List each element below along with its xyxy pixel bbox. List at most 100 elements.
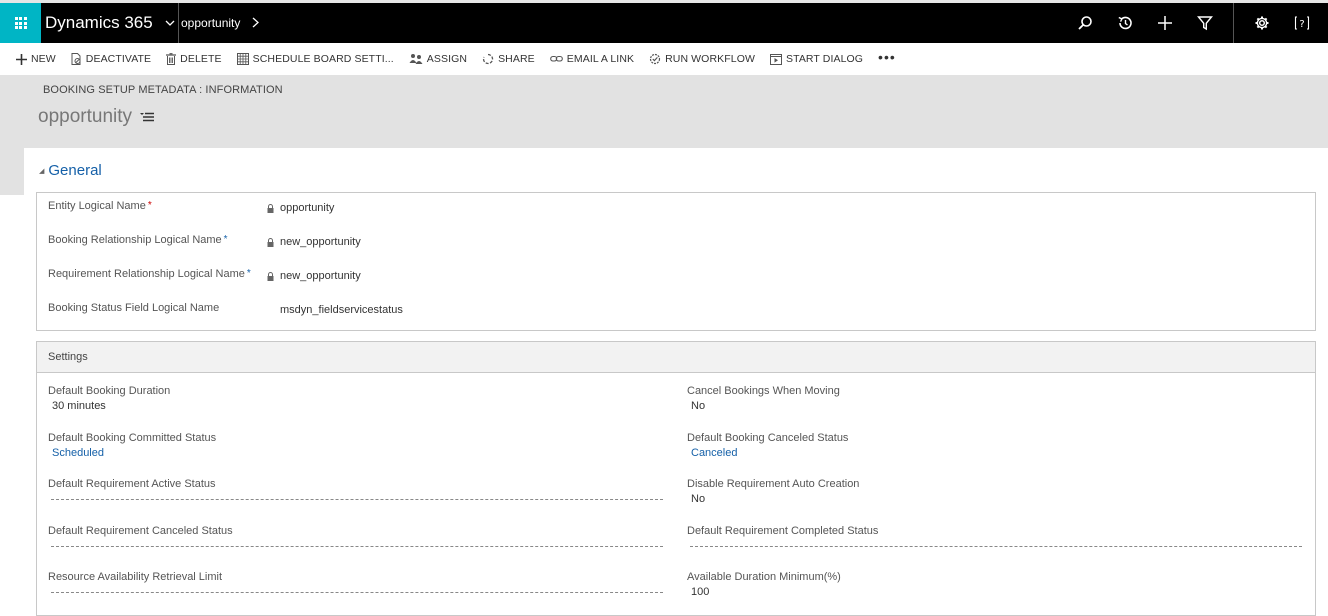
- booking-status-field-value[interactable]: msdyn_fieldservicestatus: [280, 304, 403, 316]
- search-icon[interactable]: [1065, 3, 1105, 43]
- available-duration-minimum-value[interactable]: 100: [691, 586, 709, 598]
- field-value: new_opportunity: [267, 270, 361, 282]
- recommended-indicator: *: [223, 234, 228, 245]
- delete-button-label: DELETE: [180, 53, 222, 65]
- new-button[interactable]: NEW: [16, 53, 56, 65]
- field-default-booking-duration: Default Booking Duration 30 minutes: [48, 385, 665, 425]
- share-button-label: SHARE: [498, 53, 535, 65]
- schedule-board-settings-label: SCHEDULE BOARD SETTI...: [252, 53, 394, 65]
- share-button[interactable]: SHARE: [482, 53, 535, 65]
- field-label: Resource Availability Retrieval Limit: [48, 571, 223, 583]
- empty-field-input[interactable]: [51, 592, 663, 593]
- assign-icon: [409, 53, 423, 65]
- field-default-booking-canceled-status: Default Booking Canceled Status Canceled: [687, 432, 1304, 472]
- deactivate-button[interactable]: DEACTIVATE: [71, 53, 151, 65]
- assign-button-label: ASSIGN: [426, 53, 468, 65]
- link-icon: [549, 55, 563, 63]
- default-booking-duration-value[interactable]: 30 minutes: [52, 400, 106, 412]
- app-name: Dynamics 365: [45, 13, 153, 32]
- run-workflow-button[interactable]: RUN WORKFLOW: [649, 53, 755, 65]
- lock-icon: [267, 203, 274, 213]
- field-disable-requirement-auto-creation: Disable Requirement Auto Creation No: [687, 478, 1304, 518]
- required-indicator: *: [147, 200, 152, 211]
- general-section: Entity Logical Name * opportunity Booking…: [36, 192, 1316, 331]
- email-a-link-button[interactable]: EMAIL A LINK: [549, 53, 635, 65]
- top-nav-bar: Dynamics 365 opportunity ?: [0, 3, 1328, 43]
- waffle-icon: [14, 17, 27, 29]
- field-label: Default Booking Duration: [48, 385, 171, 397]
- empty-field-input[interactable]: [51, 499, 663, 500]
- breadcrumb-entity[interactable]: opportunity: [181, 16, 240, 30]
- settings-gear-icon[interactable]: [1242, 3, 1282, 43]
- chevron-right-icon[interactable]: [252, 15, 260, 31]
- new-button-label: NEW: [31, 53, 56, 65]
- app-switcher[interactable]: Dynamics 365: [41, 3, 179, 43]
- field-default-requirement-canceled-status: Default Requirement Canceled Status: [48, 525, 665, 565]
- deactivate-button-label: DEACTIVATE: [85, 53, 152, 65]
- recent-history-icon[interactable]: [1105, 3, 1145, 43]
- field-label: Requirement Relationship Logical Name *: [48, 268, 251, 280]
- general-section-toggle[interactable]: ◢ General: [39, 162, 102, 179]
- record-title: opportunity: [38, 106, 155, 128]
- more-ellipsis-icon: •••: [878, 49, 896, 65]
- svg-text:?: ?: [1299, 19, 1304, 30]
- field-cancel-bookings-when-moving: Cancel Bookings When Moving No: [687, 385, 1304, 425]
- grid-icon: [236, 53, 249, 65]
- form-body: ◢ General Entity Logical Name * opportuni…: [24, 148, 1328, 616]
- entity-form-title: BOOKING SETUP METADATA : INFORMATION: [43, 84, 283, 96]
- settings-section-header: Settings: [37, 342, 1315, 373]
- assign-button[interactable]: ASSIGN: [409, 53, 467, 65]
- advanced-find-filter-icon[interactable]: [1185, 3, 1225, 43]
- form-selector-menu-icon[interactable]: [140, 112, 155, 122]
- default-booking-canceled-status-link[interactable]: Canceled: [691, 447, 737, 459]
- field-value: new_opportunity: [267, 236, 361, 248]
- lock-icon: [267, 237, 274, 247]
- general-section-label: General: [48, 162, 102, 179]
- field-default-requirement-active-status: Default Requirement Active Status: [48, 478, 665, 518]
- empty-field-input[interactable]: [51, 546, 663, 547]
- schedule-board-settings-button[interactable]: SCHEDULE BOARD SETTI...: [236, 53, 394, 65]
- field-value: opportunity: [267, 202, 334, 214]
- field-label: Entity Logical Name *: [48, 200, 152, 212]
- field-label: Default Requirement Completed Status: [687, 525, 879, 537]
- disable-requirement-auto-creation-value[interactable]: No: [691, 493, 705, 505]
- default-booking-committed-status-link[interactable]: Scheduled: [52, 447, 104, 459]
- dialog-icon: [769, 53, 782, 65]
- quick-create-plus-icon[interactable]: [1145, 3, 1185, 43]
- email-a-link-label: EMAIL A LINK: [566, 53, 635, 65]
- empty-field-input[interactable]: [690, 546, 1302, 547]
- run-workflow-label: RUN WORKFLOW: [665, 53, 755, 65]
- start-dialog-label: START DIALOG: [785, 53, 864, 65]
- share-icon: [482, 53, 494, 65]
- field-label: Booking Status Field Logical Name: [48, 302, 220, 314]
- more-commands-button[interactable]: •••: [878, 49, 896, 65]
- field-booking-status-field-logical-name: Booking Status Field Logical Name msdyn_…: [48, 302, 648, 322]
- field-default-requirement-completed-status: Default Requirement Completed Status: [687, 525, 1304, 565]
- field-requirement-relationship-logical-name: Requirement Relationship Logical Name * n…: [48, 268, 648, 288]
- workflow-icon: [649, 53, 661, 65]
- field-booking-relationship-logical-name: Booking Relationship Logical Name * new_o…: [48, 234, 648, 254]
- app-launcher-button[interactable]: [0, 3, 41, 43]
- deactivate-icon: [71, 53, 82, 65]
- cancel-bookings-when-moving-value[interactable]: No: [691, 400, 705, 412]
- field-label: Default Booking Canceled Status: [687, 432, 849, 444]
- field-label: Default Booking Committed Status: [48, 432, 217, 444]
- record-title-text: opportunity: [38, 106, 133, 127]
- lock-icon: [267, 271, 274, 281]
- help-icon[interactable]: ?: [1282, 3, 1322, 43]
- plus-icon: [16, 53, 27, 65]
- field-label: Cancel Bookings When Moving: [687, 385, 840, 397]
- delete-button[interactable]: DELETE: [166, 53, 222, 65]
- settings-section: Settings Default Booking Duration 30 min…: [36, 341, 1316, 616]
- field-label: Default Requirement Canceled Status: [48, 525, 233, 537]
- field-label: Booking Relationship Logical Name *: [48, 234, 228, 246]
- breadcrumb[interactable]: opportunity: [179, 3, 260, 43]
- field-default-booking-committed-status: Default Booking Committed Status Schedul…: [48, 432, 665, 472]
- start-dialog-button[interactable]: START DIALOG: [769, 53, 864, 65]
- collapse-triangle-icon: ◢: [39, 167, 45, 175]
- field-resource-availability-retrieval-limit: Resource Availability Retrieval Limit: [48, 571, 665, 611]
- field-label: Default Requirement Active Status: [48, 478, 216, 490]
- chevron-down-icon: [165, 17, 175, 29]
- requirement-relationship-value: new_opportunity: [280, 270, 361, 282]
- command-bar: NEW DEACTIVATE DELETE SCHEDULE BOARD SET…: [0, 43, 1328, 75]
